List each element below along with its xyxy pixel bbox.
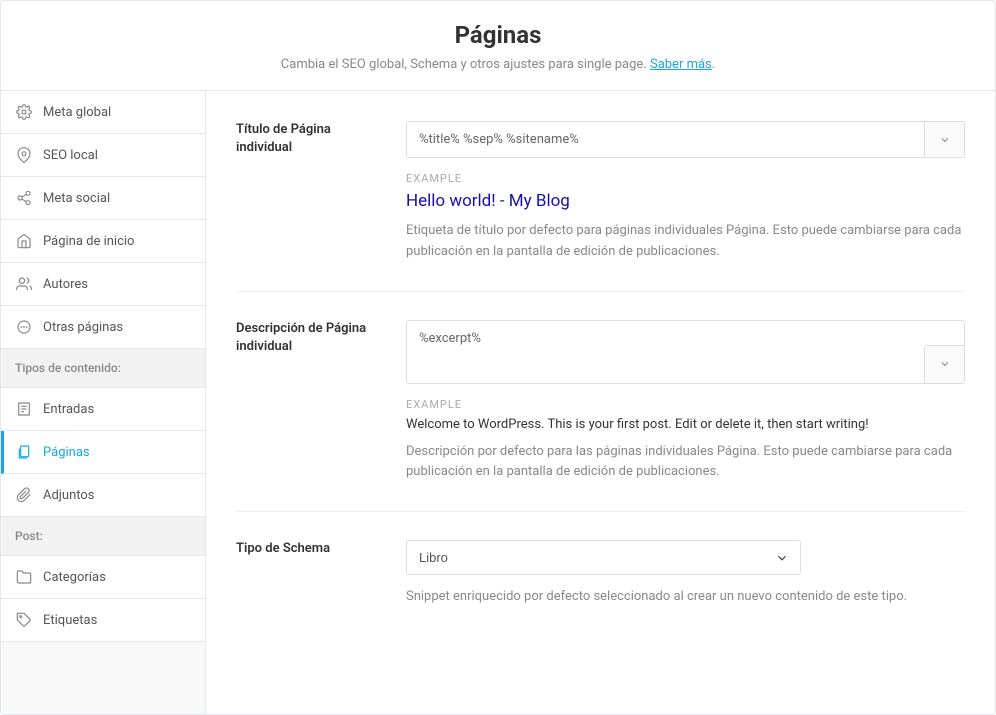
title-field-label: Título de Página individual: [236, 121, 406, 263]
desc-example: Welcome to WordPress. This is your first…: [406, 417, 965, 432]
sidebar-item-label: Adjuntos: [43, 488, 95, 503]
sidebar: Meta global SEO local Meta social Página…: [1, 91, 206, 714]
title-variables-button[interactable]: [924, 122, 964, 157]
sidebar-item-paginas[interactable]: Páginas: [1, 431, 205, 474]
title-help: Etiqueta de título por defecto para pági…: [406, 221, 965, 263]
page-header: Páginas Cambia el SEO global, Schema y o…: [1, 1, 995, 91]
page-subtitle: Cambia el SEO global, Schema y otros aju…: [21, 57, 975, 72]
chevron-down-icon: [939, 358, 951, 370]
location-icon: [15, 146, 33, 164]
tag-icon: [15, 611, 33, 629]
desc-input-combo: [406, 320, 965, 384]
chevron-down-icon: [939, 134, 951, 146]
sidebar-item-label: Página de inicio: [43, 234, 134, 249]
sidebar-item-label: Categorías: [43, 570, 106, 585]
sidebar-item-categorias[interactable]: Categorías: [1, 556, 205, 599]
sidebar-item-entradas[interactable]: Entradas: [1, 388, 205, 431]
desc-variables-button[interactable]: [924, 345, 964, 383]
pages-icon: [15, 443, 33, 461]
schema-help: Snippet enriquecido por defecto seleccio…: [406, 587, 965, 608]
sidebar-item-home[interactable]: Página de inicio: [1, 220, 205, 263]
sidebar-item-label: Autores: [43, 277, 88, 292]
home-icon: [15, 232, 33, 250]
gear-icon: [15, 103, 33, 121]
title-input-combo: [406, 121, 965, 158]
sidebar-group-content: Tipos de contenido:: [1, 349, 205, 388]
sidebar-item-meta-social[interactable]: Meta social: [1, 177, 205, 220]
desc-help: Descripción por defecto para las páginas…: [406, 442, 965, 484]
sidebar-item-autores[interactable]: Autores: [1, 263, 205, 306]
main-panel: Título de Página individual EXAMPLE Hell…: [206, 91, 995, 714]
sidebar-item-label: Entradas: [43, 402, 94, 417]
ellipsis-icon: [15, 318, 33, 336]
sidebar-item-label: Meta social: [43, 191, 110, 206]
sidebar-item-label: Etiquetas: [43, 613, 97, 628]
desc-field-label: Descripción de Página individual: [236, 320, 406, 484]
sidebar-item-label: SEO local: [43, 148, 98, 163]
example-label: EXAMPLE: [406, 172, 965, 185]
sidebar-item-otras[interactable]: Otras páginas: [1, 306, 205, 349]
title-input[interactable]: [407, 122, 924, 157]
users-icon: [15, 275, 33, 293]
schema-select[interactable]: Libro: [406, 540, 801, 575]
example-label: EXAMPLE: [406, 398, 965, 411]
post-icon: [15, 400, 33, 418]
attachment-icon: [15, 486, 33, 504]
sidebar-item-adjuntos[interactable]: Adjuntos: [1, 474, 205, 517]
folder-icon: [15, 568, 33, 586]
page-title: Páginas: [21, 21, 975, 49]
learn-more-link[interactable]: Saber más: [650, 57, 712, 72]
title-example: Hello world! - My Blog: [406, 191, 965, 211]
sidebar-group-post: Post:: [1, 517, 205, 556]
sidebar-item-seo-local[interactable]: SEO local: [1, 134, 205, 177]
schema-field-label: Tipo de Schema: [236, 540, 406, 608]
desc-input[interactable]: [407, 321, 924, 383]
sidebar-item-meta-global[interactable]: Meta global: [1, 91, 205, 134]
sidebar-item-label: Meta global: [43, 105, 111, 120]
sidebar-item-etiquetas[interactable]: Etiquetas: [1, 599, 205, 642]
share-icon: [15, 189, 33, 207]
sidebar-item-label: Páginas: [43, 445, 90, 460]
sidebar-item-label: Otras páginas: [43, 320, 123, 335]
